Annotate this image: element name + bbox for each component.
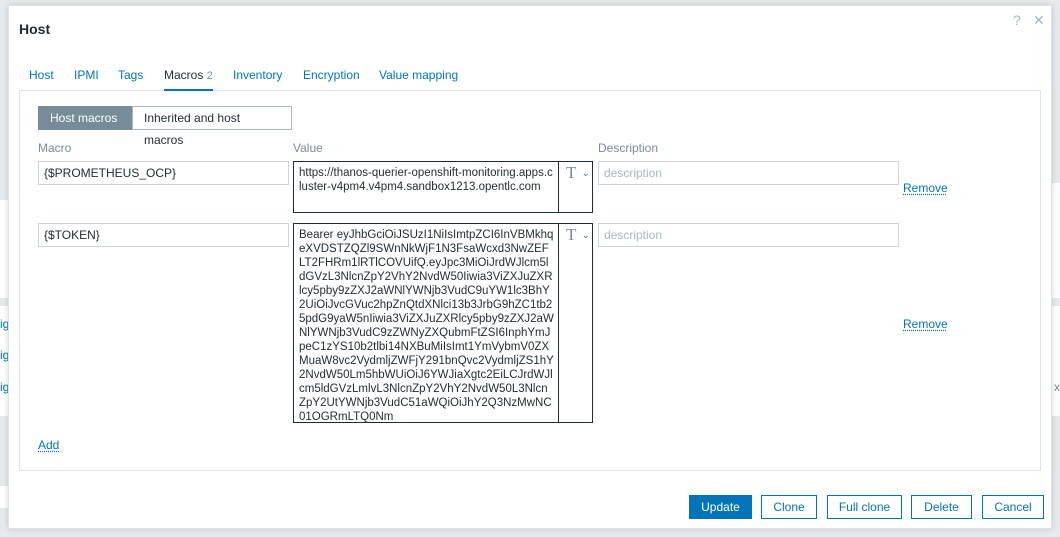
cancel-button[interactable]: Cancel xyxy=(982,495,1044,519)
full-clone-button[interactable]: Full clone xyxy=(827,495,902,519)
value-type-dropdown[interactable]: T ⌄ xyxy=(558,223,593,423)
tab-value-mapping[interactable]: Value mapping xyxy=(379,68,458,82)
background-text: x xyxy=(1054,380,1060,394)
text-type-icon: T xyxy=(566,225,577,244)
background-panel xyxy=(1052,183,1060,298)
macro-name-input[interactable]: {$TOKEN} xyxy=(38,223,289,247)
macro-value-textarea[interactable]: https://thanos-querier-openshift-monitor… xyxy=(293,161,559,213)
macro-value-textarea[interactable]: Bearer eyJhbGciOiJSUzI1NiIsImtpZCI6InVBM… xyxy=(293,223,559,423)
macro-name-input[interactable]: {$PROMETHEUS_OCP} xyxy=(38,161,289,185)
tab-tags[interactable]: Tags xyxy=(118,68,143,82)
tab-ipmi[interactable]: IPMI xyxy=(74,68,99,82)
macro-column-header: Macro xyxy=(38,141,72,155)
host-dialog: Host ? ✕ Host IPMI Tags Macros 2 Invento… xyxy=(8,5,1052,529)
tab-macros-label: Macros xyxy=(164,68,204,82)
text-type-icon: T xyxy=(566,163,577,182)
chevron-down-icon: ⌄ xyxy=(582,168,590,178)
tab-host[interactable]: Host xyxy=(29,68,54,82)
close-icon[interactable]: ✕ xyxy=(1033,12,1045,29)
tab-macros-count: 2 xyxy=(206,70,213,82)
chevron-down-icon: ⌄ xyxy=(582,230,590,240)
tab-macros[interactable]: Macros 2 xyxy=(164,68,213,91)
description-column-header: Description xyxy=(598,141,659,155)
tab-inventory[interactable]: Inventory xyxy=(233,68,282,82)
dialog-title: Host xyxy=(19,21,51,37)
delete-button[interactable]: Delete xyxy=(911,495,972,519)
tab-bar: Host IPMI Tags Macros 2 Inventory Encryp… xyxy=(19,66,1041,91)
background-panel xyxy=(0,486,8,508)
host-macros-toggle[interactable]: Host macros xyxy=(38,106,133,130)
remove-macro-link[interactable]: Remove xyxy=(903,181,948,195)
help-icon[interactable]: ? xyxy=(1013,12,1021,28)
background-panel xyxy=(0,200,8,298)
inherited-macros-toggle[interactable]: Inherited and host macros xyxy=(132,106,292,147)
macro-description-input[interactable]: description xyxy=(598,161,899,185)
tab-encryption[interactable]: Encryption xyxy=(303,68,360,82)
add-macro-link[interactable]: Add xyxy=(38,438,59,452)
macro-description-input[interactable]: description xyxy=(598,223,899,247)
remove-macro-link[interactable]: Remove xyxy=(903,317,948,331)
update-button[interactable]: Update xyxy=(689,495,752,519)
background-panel xyxy=(1052,306,1060,416)
value-column-header: Value xyxy=(293,141,323,155)
value-type-dropdown[interactable]: T ⌄ xyxy=(558,161,593,213)
clone-button[interactable]: Clone xyxy=(761,495,817,519)
